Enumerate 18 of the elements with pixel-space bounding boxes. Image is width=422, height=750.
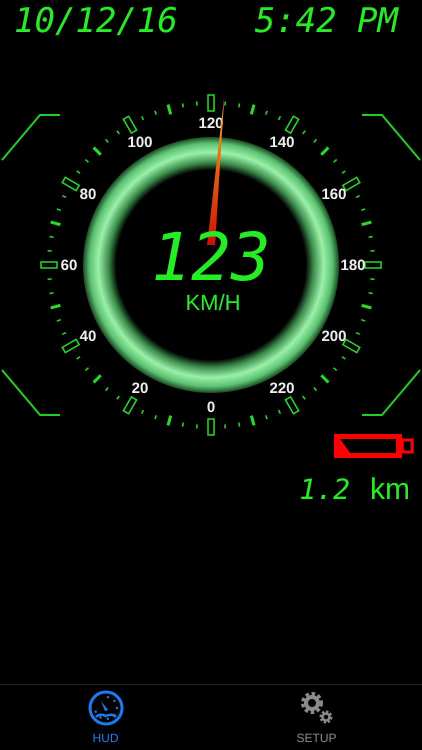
time-display: 5:42 PM xyxy=(254,4,398,38)
tab[interactable]: HUD xyxy=(0,685,211,750)
scale-label: 100 xyxy=(127,134,153,152)
scale-label: 80 xyxy=(80,186,96,203)
trip-distance: 1.2 xyxy=(299,472,350,508)
scale-label: 60 xyxy=(60,257,78,274)
tab[interactable]: SETUP xyxy=(211,685,422,750)
scale-label: 0 xyxy=(206,399,216,416)
scale-label: 40 xyxy=(80,328,96,345)
speed-unit: KM/H xyxy=(186,290,240,315)
scale-label: 140 xyxy=(269,134,295,152)
scale-label: 160 xyxy=(321,186,346,203)
scale-label: 220 xyxy=(269,380,295,397)
scale-label: 20 xyxy=(132,380,148,397)
date-display: 10/12/16 xyxy=(14,4,178,38)
trip-unit: km xyxy=(370,472,410,508)
scale-label: 200 xyxy=(321,328,346,345)
scale-label: 180 xyxy=(340,257,366,274)
